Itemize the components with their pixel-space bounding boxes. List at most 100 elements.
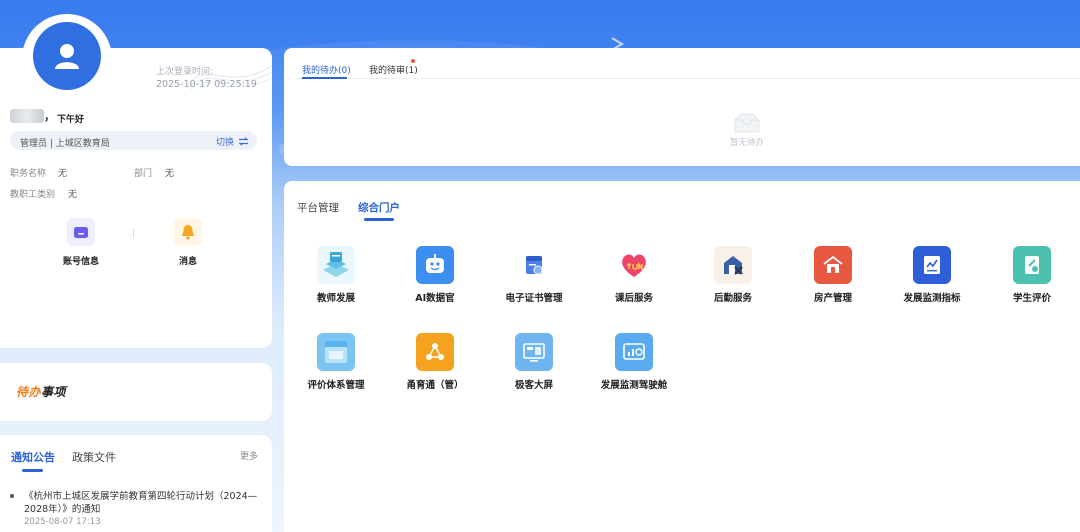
review-badge-dot [411, 59, 415, 63]
greeting-comma: ， [44, 110, 55, 123]
greeting: 下午好 [57, 115, 85, 125]
teacher-development-icon [323, 252, 349, 277]
tab-my-review[interactable]: 我的待审(1) [369, 63, 418, 76]
account-info-link[interactable]: 账号信息 [51, 218, 111, 267]
app-evaluation-system-management[interactable]: 评价体系管理 [286, 333, 386, 391]
big-screen-icon [523, 343, 545, 362]
app-label: 课后服务 [614, 293, 653, 304]
todo-card[interactable]: 待办事项 [0, 363, 272, 421]
app-label: 发展监测指标 [903, 293, 961, 304]
app-icon-tile [1013, 246, 1051, 284]
profile-card: 上次登录时间: 2025-10-17 09:25:19 ， 下午好 管理员 | … [0, 14, 272, 348]
tab-divider [294, 78, 1080, 79]
account-icon-tile [67, 218, 95, 246]
account-info-label: 账号信息 [62, 257, 99, 267]
app-after-school-service[interactable]: 课后服务 [584, 246, 684, 304]
todo-title: 待办事项 [16, 383, 66, 400]
app-logistics-service[interactable]: 后勤服务 [683, 246, 783, 304]
evaluation-system-icon [325, 341, 347, 363]
last-login-time: 2025-10-17 09:25:19 [156, 79, 257, 90]
role-bar: 管理员 | 上城区教育局 切换 [10, 131, 257, 150]
app-label: 评价体系管理 [307, 380, 365, 391]
messages-link[interactable]: 消息 [158, 218, 218, 267]
tab-my-todo[interactable]: 我的待办(0) [302, 63, 351, 76]
empty-inbox-icon [734, 113, 760, 133]
app-icon-tile [615, 246, 653, 284]
app-icon-tile [714, 246, 752, 284]
messages-label: 消息 [178, 257, 197, 267]
app-label: 电子证书管理 [505, 293, 563, 304]
avatar[interactable] [33, 22, 101, 90]
notice-tab-indicator [22, 469, 43, 472]
tab-platform-management[interactable]: 平台管理 [297, 200, 339, 215]
app-yongyutong-admin[interactable]: 甬育通（管） [385, 333, 485, 391]
user-icon [55, 44, 79, 69]
portal-card: 平台管理 综合门户 教师发展 AI数据官 电子证书管理 课后服务 后勤服务 房产… [284, 181, 1080, 532]
tab-integrated-portal[interactable]: 综合门户 [358, 200, 400, 215]
cockpit-icon [623, 343, 645, 360]
app-ai-data-officer[interactable]: AI数据官 [385, 246, 485, 304]
app-icon-tile [416, 333, 454, 371]
app-label: 后勤服务 [713, 293, 752, 304]
folder-icon [74, 227, 88, 238]
app-icon-tile [515, 333, 553, 371]
quick-links-separator [133, 228, 134, 238]
bullet-dot [10, 494, 14, 498]
switch-label: 切换 [215, 138, 234, 148]
message-icon-tile [174, 218, 202, 246]
role-text: 管理员 | 上城区教育局 [20, 139, 110, 149]
bell-icon [182, 225, 194, 240]
app-icon-tile [913, 246, 951, 284]
certificate-icon [526, 256, 543, 275]
notice-card: 通知公告 政策文件 更多 《杭州市上城区发展学前教育第四轮行动计划（2024—2… [0, 435, 272, 532]
app-e-certificate[interactable]: 电子证书管理 [484, 246, 584, 304]
tab-policy-files[interactable]: 政策文件 [72, 449, 116, 465]
robot-icon [426, 254, 444, 273]
notice-title: 《杭州市上城区发展学前教育第四轮行动计划（2024—2028年）》的通知 [24, 491, 258, 515]
monitor-chart-icon [924, 256, 940, 274]
app-icon-tile [317, 246, 355, 284]
app-label: 学生评价 [1012, 293, 1051, 304]
last-login-label: 上次登录时间: [156, 67, 214, 77]
list-item[interactable]: 《杭州市上城区发展学前教育第四轮行动计划（2024—2028年）》的通知 202… [10, 490, 262, 527]
share-network-icon [426, 343, 444, 360]
more-link[interactable]: 更多 [240, 449, 258, 462]
app-icon-tile [615, 333, 653, 371]
switch-role-button[interactable]: 切换 [216, 135, 249, 148]
app-student-evaluation[interactable]: 学生评价 [982, 246, 1080, 304]
department-value: 无 [165, 169, 175, 179]
job-title-label: 职务名称 [10, 169, 47, 179]
app-icon-tile [416, 246, 454, 284]
student-evaluation-icon [1025, 256, 1039, 274]
app-label: 甬育通（管） [406, 380, 464, 391]
empty-text: 暂无待办 [730, 138, 765, 148]
app-development-monitoring-cockpit[interactable]: 发展监测驾驶舱 [584, 333, 684, 391]
app-property-management[interactable]: 房产管理 [783, 246, 883, 304]
tab-notices[interactable]: 通知公告 [11, 449, 55, 465]
app-icon-tile [814, 246, 852, 284]
app-icon-tile [515, 246, 553, 284]
app-label: 发展监测驾驶舱 [600, 380, 668, 391]
property-icon [823, 255, 843, 273]
staff-category-value: 无 [68, 190, 78, 200]
app-development-monitoring-indicators[interactable]: 发展监测指标 [882, 246, 982, 304]
app-label: 房产管理 [813, 293, 852, 304]
app-label: 教师发展 [316, 293, 355, 304]
todo-title-accent: 待办 [16, 385, 42, 399]
app-teacher-development[interactable]: 教师发展 [286, 246, 386, 304]
username-masked [10, 109, 44, 123]
app-icon-tile [317, 333, 355, 371]
app-label: 极客大屏 [514, 380, 553, 391]
staff-category-label: 教职工类别 [10, 190, 56, 200]
todo-title-rest: 事项 [41, 385, 67, 399]
portal-tab-indicator [364, 218, 394, 221]
swap-icon [238, 137, 249, 146]
notice-date: 2025-08-07 17:13 [24, 517, 101, 527]
after-school-heart-icon [622, 254, 646, 277]
app-geek-big-screen[interactable]: 极客大屏 [484, 333, 584, 391]
pending-card: 我的待办(0) 我的待审(1) 暂无待办 [284, 48, 1080, 166]
app-label: AI数据官 [415, 293, 455, 304]
job-title-value: 无 [58, 169, 68, 179]
logistics-icon [724, 256, 743, 275]
pending-tab-indicator [302, 77, 347, 79]
